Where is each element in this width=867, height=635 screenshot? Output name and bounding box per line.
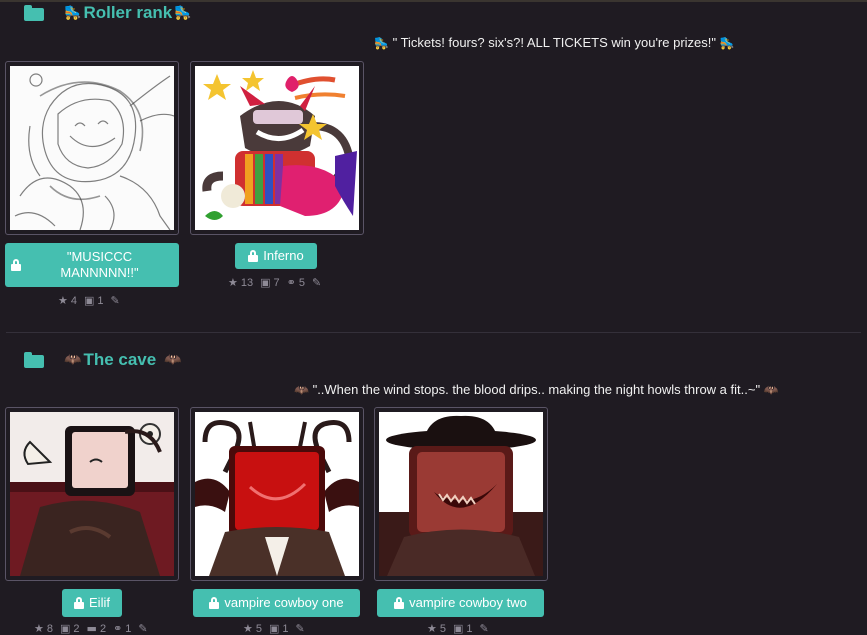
folder-name[interactable]: The cave	[83, 350, 156, 370]
star-icon: ★	[34, 622, 44, 635]
pencil-icon[interactable]: ✎	[312, 276, 321, 289]
character-stats: ★ 5 ▣ 1 ✎	[243, 622, 305, 635]
roller-skate-icon: 🛼	[719, 36, 735, 50]
star-icon: ★	[243, 622, 253, 635]
folder-title-roller-rank[interactable]: 🛼 Roller rank 🛼	[24, 3, 192, 23]
character-thumbnail[interactable]	[190, 61, 364, 235]
lock-icon	[394, 597, 405, 609]
star-icon: ★	[228, 276, 238, 289]
image-icon: ▣	[269, 622, 280, 635]
character-art-image	[379, 412, 543, 576]
character-thumbnail[interactable]	[5, 407, 179, 581]
pencil-icon[interactable]: ✎	[296, 622, 305, 635]
star-icon: ★	[427, 622, 437, 635]
character-art-image	[195, 66, 359, 230]
comment-icon: ▬	[86, 622, 97, 635]
character-thumbnail[interactable]	[190, 407, 364, 581]
roller-skate-icon: 🛼	[64, 5, 82, 21]
folder-icon	[24, 352, 44, 368]
link-icon: ⚭	[113, 622, 123, 635]
image-icon: ▣	[60, 622, 71, 635]
character-name: Eilif	[89, 595, 110, 610]
folder-description: 🛼 " Tickets! fours? six's?! ALL TICKETS …	[374, 35, 735, 50]
character-name: "MUSICCC MANNNNN!!"	[60, 249, 139, 280]
roller-skate-icon: 🛼	[174, 5, 192, 21]
character-stats: ★ 4 ▣ 1 ✎	[58, 294, 120, 307]
character-stats: ★ 8 ▣ 2 ▬ 2 ⚭ 1 ✎	[34, 622, 148, 635]
character-art-image	[195, 412, 359, 576]
character-stats: ★ 5 ▣ 1 ✎	[427, 622, 489, 635]
bat-icon: 🦇	[763, 383, 779, 397]
lock-icon	[74, 597, 85, 609]
character-thumbnail[interactable]	[5, 61, 179, 235]
lock-icon	[11, 259, 21, 271]
folder-icon	[24, 5, 44, 21]
character-thumbnail[interactable]	[374, 407, 548, 581]
folder-description-text: "..When the wind stops. the blood drips.…	[312, 382, 761, 397]
section-divider	[6, 332, 861, 333]
character-name-button[interactable]: "MUSICCC MANNNNN!!"	[5, 243, 179, 287]
character-stats: ★ 13 ▣ 7 ⚭ 5 ✎	[228, 276, 322, 289]
image-icon: ▣	[260, 276, 271, 289]
character-name: vampire cowboy two	[409, 595, 527, 610]
character-name: vampire cowboy one	[224, 595, 344, 610]
folder-description-text: " Tickets! fours? six's?! ALL TICKETS wi…	[392, 35, 716, 50]
image-icon: ▣	[84, 294, 95, 307]
pencil-icon[interactable]: ✎	[138, 622, 147, 635]
bat-icon: 🦇	[294, 383, 309, 397]
pencil-icon[interactable]: ✎	[111, 294, 120, 307]
link-icon: ⚭	[286, 276, 296, 289]
character-name-button[interactable]: vampire cowboy one	[193, 589, 360, 617]
lock-icon	[248, 250, 259, 262]
folder-title-the-cave[interactable]: 🦇 The cave 🦇	[24, 350, 182, 370]
bat-icon: 🦇	[64, 352, 82, 368]
character-name-button[interactable]: vampire cowboy two	[377, 589, 544, 617]
folder-description: 🦇 "..When the wind stops. the blood drip…	[294, 382, 779, 397]
character-art-image	[10, 412, 174, 576]
bat-icon: 🦇	[164, 352, 182, 368]
character-name-button[interactable]: Eilif	[62, 589, 122, 617]
character-name: Inferno	[263, 248, 304, 263]
sketch-image	[10, 66, 174, 230]
folder-name[interactable]: Roller rank	[83, 3, 172, 23]
lock-icon	[209, 597, 220, 609]
pencil-icon[interactable]: ✎	[480, 622, 489, 635]
top-border	[0, 0, 867, 2]
image-icon: ▣	[453, 622, 464, 635]
roller-skate-icon: 🛼	[374, 36, 389, 50]
star-icon: ★	[58, 294, 68, 307]
character-name-button[interactable]: Inferno	[235, 243, 317, 269]
